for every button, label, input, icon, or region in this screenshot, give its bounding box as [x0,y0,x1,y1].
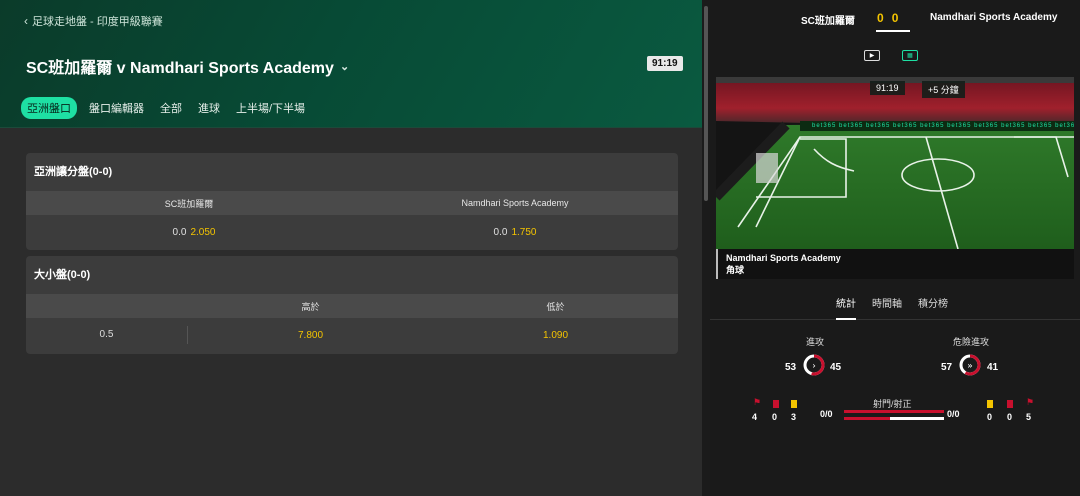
handicap-home-header: SC班加羅爾 [164,198,214,209]
app-root: ‹ 足球走地盤 - 印度甲級聯賽 SC班加羅爾 v Namdhari Sport… [0,0,1080,496]
away-shots: 0/0 [947,409,960,419]
handicap-odds-row: 0.0 2.050 0.0 1.750 [26,215,678,249]
pitch-view-icon[interactable]: ▦ [902,50,918,61]
handicap-home-line: 0.0 [172,226,187,238]
attacks-label: 進攻 [806,337,825,347]
tab-asian-lines[interactable]: 亞洲盤口 [21,97,77,119]
yellow-card-icon [791,400,797,408]
pitch-graphic [716,77,1074,249]
handicap-header-row: SC班加羅爾 Namdhari Sports Academy [26,191,678,215]
attacks-home: 53 [785,362,797,373]
tab-stats[interactable]: 統計 [836,295,856,310]
handicap-title[interactable]: 亞洲讓分盤(0-0) [26,153,678,191]
market-tabs: 亞洲盤口 盤口編輯器 全部 進球 上半場/下半場 [21,97,309,119]
match-header: ‹ 足球走地盤 - 印度甲級聯賽 SC班加羅爾 v Namdhari Sport… [0,0,702,128]
main-pane: ‹ 足球走地盤 - 印度甲級聯賽 SC班加羅爾 v Namdhari Sport… [0,0,702,496]
handicap-home-selection[interactable]: 0.0 2.050 [26,227,352,238]
totals-header-row: 高於 低於 [26,294,678,318]
shots-bar-away [890,417,944,420]
handicap-market: 亞洲讓分盤(0-0) SC班加羅爾 Namdhari Sports Academ… [26,153,678,250]
attacks-away: 45 [830,362,842,373]
view-mode-toggle: ▶ ▦ [864,50,918,61]
tab-halves[interactable]: 上半場/下半場 [232,97,309,119]
event-team: Namdhari Sports Academy [726,253,841,263]
chevron-left-icon[interactable]: ‹ [24,14,28,28]
attacks-gauge: › [803,354,825,376]
play-video-icon[interactable]: ▶ [864,50,880,61]
score-underline [876,30,910,32]
danger-label: 危險進攻 [953,337,990,347]
score: 00 [877,11,906,25]
svg-text:»: » [967,362,973,372]
match-title[interactable]: SC班加羅爾 v Namdhari Sports Academy ⌄ [26,54,349,78]
home-yellow-cards: 3 [791,412,797,422]
scoreboard: SC班加羅爾 00 Namdhari Sports Academy [710,0,1080,36]
home-score: 0 [877,11,892,25]
totals-under-header: 低於 [546,301,565,312]
tab-bet-builder[interactable]: 盤口編輯器 [85,97,148,119]
totals-over-odd[interactable]: 7.800 [188,330,433,341]
danger-away: 41 [987,362,999,373]
away-team-name: Namdhari Sports Academy [930,12,1058,23]
totals-under-odd[interactable]: 1.090 [433,330,678,341]
danger-gauge: » [959,354,981,376]
away-red-cards: 0 [1007,412,1013,422]
ad-board-text: bet365 bet365 bet365 bet365 bet365 bet36… [812,123,1074,129]
totals-market: 大小盤(0-0) 高於 低於 0.5 7.800 1.090 [26,256,678,354]
match-title-text: SC班加羅爾 v Namdhari Sports Academy [26,60,334,77]
corner-flag-icon: ⚑ [753,397,762,407]
totals-over-header: 高於 [301,301,320,312]
red-card-icon [1007,400,1013,408]
breadcrumb[interactable]: ‹ 足球走地盤 - 印度甲級聯賽 [24,13,163,29]
added-time: +5 分鐘 [922,81,965,98]
handicap-home-odd: 2.050 [190,226,216,238]
home-shots: 0/0 [820,409,833,419]
match-clock: 91:19 [647,56,683,71]
active-tab-underline [836,318,856,320]
totals-odds-row: 0.5 7.800 1.090 [26,318,678,352]
shots-bar-top [844,410,944,413]
yellow-card-icon [987,400,993,408]
home-red-cards: 0 [772,412,778,422]
tab-goals[interactable]: 進球 [194,97,224,119]
event-type: 角球 [726,265,745,275]
handicap-away-selection[interactable]: 0.0 1.750 [352,227,678,238]
corner-flag-icon: ⚑ [1026,397,1035,407]
chevron-down-icon[interactable]: ⌄ [340,60,349,73]
stats-tabs: 統計 時間軸 積分榜 [710,290,1080,320]
breadcrumb-text[interactable]: 足球走地盤 - 印度甲級聯賽 [32,13,163,29]
home-team-name: SC班加羅爾 [801,16,855,27]
away-score: 0 [891,11,907,25]
svg-text:›: › [812,362,816,372]
handicap-away-line: 0.0 [493,226,508,238]
shots-bar-home [844,417,890,420]
pitch-clock: 91:19 [870,81,905,95]
home-corners: 4 [752,412,758,422]
tab-all[interactable]: 全部 [156,97,186,119]
tab-standings[interactable]: 積分榜 [918,295,948,310]
totals-line: 0.5 [26,326,188,344]
handicap-away-header: Namdhari Sports Academy [461,198,569,208]
live-pitch: 91:19 +5 分鐘 bet365 bet365 bet365 bet365 … [716,77,1074,249]
shots-label: 射門/射正 [873,399,912,409]
scrollbar-thumb[interactable] [704,6,708,201]
away-corners: 5 [1026,412,1032,422]
event-banner: Namdhari Sports Academy 角球 [716,249,1074,279]
match-tracker: SC班加羅爾 00 Namdhari Sports Academy ▶ ▦ 91… [710,0,1080,496]
away-yellow-cards: 0 [987,412,993,422]
danger-home: 57 [941,362,953,373]
red-card-icon [773,400,779,408]
totals-title[interactable]: 大小盤(0-0) [26,256,678,294]
handicap-away-odd: 1.750 [511,226,537,238]
tab-timeline[interactable]: 時間軸 [872,295,902,310]
